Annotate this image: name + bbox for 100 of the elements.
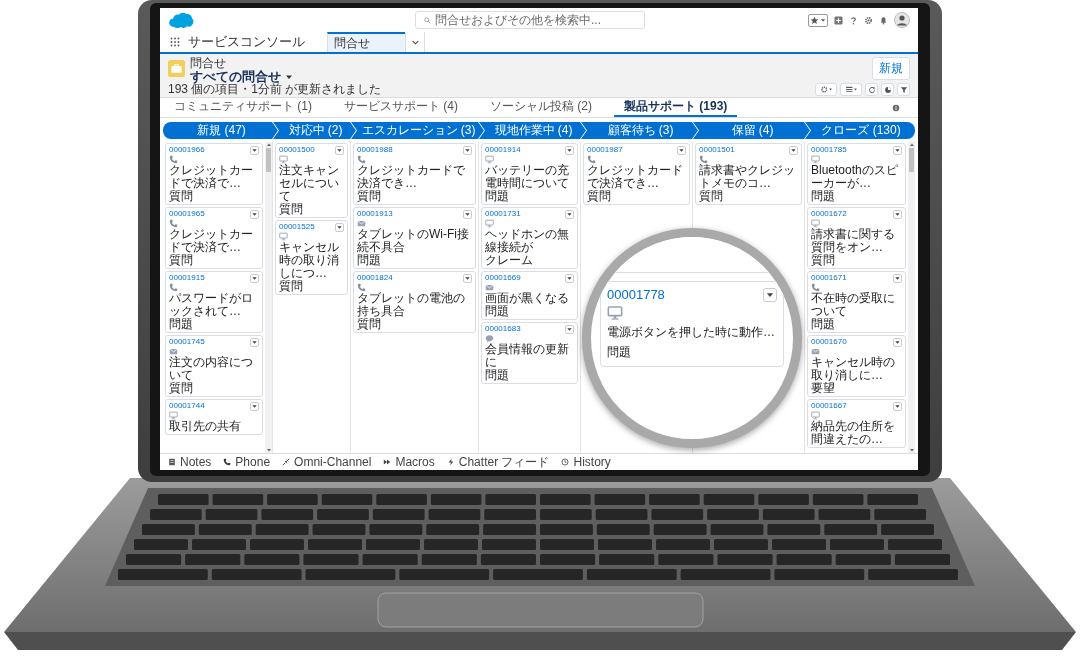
- card-menu-button[interactable]: [250, 145, 259, 155]
- path-stage[interactable]: 新規 (47): [163, 122, 278, 139]
- view-tab[interactable]: 製品サポート (193): [614, 98, 738, 117]
- card-menu-button[interactable]: [893, 337, 902, 347]
- card-menu-button[interactable]: [463, 209, 472, 219]
- case-card[interactable]: 00001744 取引先の共有: [165, 399, 263, 435]
- chart-button[interactable]: [881, 83, 894, 96]
- card-menu-button[interactable]: [250, 401, 259, 411]
- card-menu-button[interactable]: [789, 145, 798, 155]
- case-number-link[interactable]: 00001914: [485, 145, 521, 155]
- case-number-link[interactable]: 00001500: [279, 145, 315, 155]
- case-card[interactable]: 00001731 ヘッドホンの無線接続が クレーム: [481, 207, 578, 269]
- case-number-link[interactable]: 00001683: [485, 324, 521, 334]
- caret-up-icon[interactable]: [908, 142, 915, 148]
- filter-button[interactable]: [897, 83, 910, 96]
- case-card[interactable]: 00001672 請求書に関する質問をオン… 質問: [807, 207, 906, 269]
- path-stage[interactable]: クローズ (130): [805, 122, 915, 139]
- view-tab[interactable]: サービスサポート (4): [334, 98, 468, 117]
- case-number-link[interactable]: 00001987: [587, 145, 623, 155]
- case-card[interactable]: 00001988 クレジットカードで決済でき… 質問: [353, 143, 476, 205]
- settings-icon[interactable]: [864, 15, 873, 25]
- utility-item[interactable]: Notes: [168, 455, 212, 469]
- case-number-link[interactable]: 00001915: [169, 273, 205, 283]
- case-number-link[interactable]: 00001966: [169, 145, 205, 155]
- case-card[interactable]: 00001965 クレジットカードで決済で… 質問: [165, 207, 263, 269]
- card-menu-button[interactable]: [250, 273, 259, 283]
- bell-icon[interactable]: [879, 15, 888, 25]
- case-number-link[interactable]: 00001745: [169, 337, 205, 347]
- card-menu-button[interactable]: [463, 145, 472, 155]
- case-card[interactable]: 00001500 注文キャンセルについて 質問: [275, 143, 348, 218]
- utility-item[interactable]: Macros: [383, 455, 435, 469]
- card-menu-button[interactable]: [763, 287, 777, 302]
- case-card[interactable]: 00001785 Bluetoothのスピーカーが… 問題: [807, 143, 906, 205]
- case-number-link[interactable]: 00001671: [811, 273, 847, 283]
- case-number-link[interactable]: 00001965: [169, 209, 205, 219]
- card-menu-button[interactable]: [250, 209, 259, 219]
- card-menu-button[interactable]: [565, 273, 574, 283]
- scrollbar[interactable]: [908, 142, 915, 453]
- case-number-link[interactable]: 00001913: [357, 209, 393, 219]
- case-card[interactable]: 00001501 請求書やクレジットメモのコ… 質問: [695, 143, 802, 205]
- card-menu-button[interactable]: [250, 337, 259, 347]
- card-menu-button[interactable]: [565, 145, 574, 155]
- case-number-link[interactable]: 00001501: [699, 145, 735, 155]
- utility-item[interactable]: Phone: [223, 455, 271, 469]
- case-card[interactable]: 00001966 クレジットカードで決済で… 質問: [165, 143, 263, 205]
- case-number-link[interactable]: 00001667: [811, 401, 847, 411]
- caret-up-icon[interactable]: [265, 142, 272, 148]
- case-number-link[interactable]: 00001525: [279, 222, 315, 232]
- case-number-link[interactable]: 00001744: [169, 401, 205, 411]
- case-card[interactable]: 00001987 クレジットカードで決済でき… 質問: [583, 143, 690, 205]
- card-menu-button[interactable]: [677, 145, 686, 155]
- avatar[interactable]: [894, 12, 910, 28]
- card-menu-button[interactable]: [463, 273, 472, 283]
- case-card[interactable]: 00001667 納品先の住所を間違えたの…: [807, 399, 906, 448]
- settings-button[interactable]: [815, 83, 837, 96]
- case-number-link[interactable]: 00001731: [485, 209, 521, 219]
- search-field[interactable]: 問合せおよびその他を検索中...: [415, 11, 645, 29]
- case-card[interactable]: 00001683 会員情報の更新に 問題: [481, 322, 578, 384]
- plus-icon[interactable]: [834, 15, 843, 25]
- scrollbar[interactable]: [265, 142, 272, 453]
- favorites-button[interactable]: [808, 13, 828, 27]
- path-stage[interactable]: エスカレーション (3): [351, 122, 484, 139]
- caret-down-icon[interactable]: [908, 447, 915, 453]
- case-card[interactable]: 00001525 キャンセル時の取り消しにつ… 質問: [275, 220, 348, 295]
- case-card[interactable]: 00001745 注文の内容について 質問: [165, 335, 263, 397]
- new-button[interactable]: 新規: [872, 57, 910, 80]
- help-icon[interactable]: [849, 15, 858, 25]
- caret-down-icon[interactable]: [265, 447, 272, 453]
- workspace-tab[interactable]: 問合せ: [327, 32, 405, 52]
- case-card[interactable]: 00001778 電源ボタンを押した時に動作… 問題: [600, 281, 784, 367]
- path-stage[interactable]: 現地作業中 (4): [479, 122, 586, 139]
- utility-item[interactable]: History: [561, 455, 611, 469]
- card-menu-button[interactable]: [893, 209, 902, 219]
- card-menu-button[interactable]: [893, 145, 902, 155]
- card-menu-button[interactable]: [565, 209, 574, 219]
- case-number-link[interactable]: 00001988: [357, 145, 393, 155]
- case-card[interactable]: 00001914 バッテリーの充電時間について 問題: [481, 143, 578, 205]
- case-number-link[interactable]: 00001670: [811, 337, 847, 347]
- path-stage[interactable]: 顧客待ち (3): [581, 122, 698, 139]
- app-launcher-icon[interactable]: [170, 37, 180, 47]
- display-as-button[interactable]: [840, 83, 862, 96]
- case-card[interactable]: 00001824 タブレットの電池の持ち具合 質問: [353, 271, 476, 333]
- card-menu-button[interactable]: [893, 401, 902, 411]
- case-card[interactable]: 00001670 キャンセル時の取り消しに… 要望: [807, 335, 906, 397]
- path-stage[interactable]: 保留 (4): [693, 122, 810, 139]
- case-number-link[interactable]: 00001672: [811, 209, 847, 219]
- path-stage[interactable]: 対応中 (2): [273, 122, 356, 139]
- card-menu-button[interactable]: [335, 222, 344, 232]
- case-number-link[interactable]: 00001785: [811, 145, 847, 155]
- case-card[interactable]: 00001915 パスワードがロックされて… 問題: [165, 271, 263, 333]
- view-tab[interactable]: ソーシャル投稿 (2): [480, 98, 602, 117]
- view-tab[interactable]: コミュニティサポート (1): [164, 98, 322, 117]
- card-menu-button[interactable]: [335, 145, 344, 155]
- case-card[interactable]: 00001669 画面が黒くなる 問題: [481, 271, 578, 320]
- info-icon[interactable]: [892, 103, 900, 112]
- card-menu-button[interactable]: [565, 324, 574, 334]
- case-number-link[interactable]: 00001824: [357, 273, 393, 283]
- card-menu-button[interactable]: [893, 273, 902, 283]
- case-card[interactable]: 00001913 タブレットのWi-Fi接続不具合 問題: [353, 207, 476, 269]
- tab-menu-button[interactable]: [405, 32, 425, 52]
